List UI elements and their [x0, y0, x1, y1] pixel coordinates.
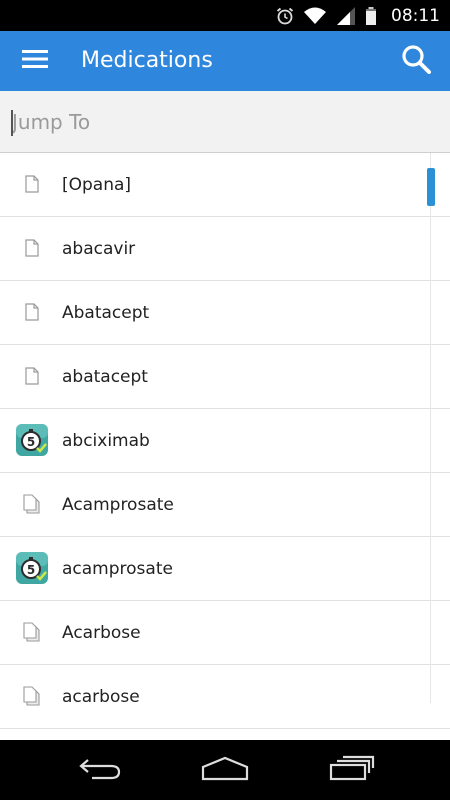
search-button[interactable]	[396, 41, 436, 81]
jump-to-bar	[0, 91, 450, 153]
list-item[interactable]: Acarbose	[0, 601, 450, 665]
list-item-label: abciximab	[62, 431, 150, 451]
document-icon	[15, 167, 49, 201]
status-time: 08:11	[391, 5, 440, 26]
document-icon	[15, 231, 49, 265]
signal-icon	[335, 6, 357, 26]
back-icon	[78, 756, 122, 785]
app-bar: Medications	[0, 31, 450, 91]
menu-button[interactable]	[16, 43, 54, 79]
jump-to-input[interactable]	[12, 103, 432, 141]
multi-document-icon	[15, 615, 49, 649]
home-icon	[201, 755, 249, 786]
list-item-label: abacavir	[62, 239, 136, 259]
search-icon	[401, 44, 431, 79]
hamburger-menu-icon	[22, 49, 48, 74]
list-item[interactable]: Acamprosate	[0, 473, 450, 537]
recent-apps-icon	[329, 755, 375, 786]
list-item[interactable]: 5 acamprosate	[0, 537, 450, 601]
alarm-icon	[275, 6, 295, 26]
list-item[interactable]: 5 abciximab	[0, 409, 450, 473]
list-item-label: acarbose	[62, 687, 140, 707]
index-scroll-track[interactable]	[430, 153, 431, 703]
svg-text:5: 5	[27, 435, 35, 449]
medication-list: [Opana] abacavir Abatacept abatacept 5 a…	[0, 153, 450, 740]
home-button[interactable]	[195, 750, 255, 790]
list-item[interactable]: abacavir	[0, 217, 450, 281]
document-icon	[15, 295, 49, 329]
wifi-icon	[303, 6, 327, 26]
list-item[interactable]: acarbose	[0, 665, 450, 729]
list-item-label: acamprosate	[62, 559, 173, 579]
status-bar: 08:11	[0, 0, 450, 31]
recent-apps-button[interactable]	[322, 750, 382, 790]
multi-document-icon	[15, 487, 49, 521]
list-item-label: abatacept	[62, 367, 148, 387]
list-item-label: Abatacept	[62, 303, 150, 323]
document-icon	[15, 359, 49, 393]
text-cursor	[11, 110, 13, 136]
list-item-label: Acamprosate	[62, 495, 174, 515]
battery-icon	[365, 6, 377, 26]
list-item[interactable]: Abatacept	[0, 281, 450, 345]
calculator-badge-icon: 5	[15, 551, 49, 585]
list-item[interactable]: abatacept	[0, 345, 450, 409]
system-nav-bar	[0, 740, 450, 800]
multi-document-icon	[15, 679, 49, 713]
list-item-label: Acarbose	[62, 623, 141, 643]
status-icons: 08:11	[275, 0, 440, 31]
page-title: Medications	[81, 48, 213, 73]
calculator-badge-icon: 5	[15, 423, 49, 457]
list-item[interactable]: [Opana]	[0, 153, 450, 217]
back-button[interactable]	[70, 750, 130, 790]
index-scroll-thumb[interactable]	[427, 168, 435, 206]
svg-text:5: 5	[27, 563, 35, 577]
list-item-label: [Opana]	[62, 175, 132, 195]
